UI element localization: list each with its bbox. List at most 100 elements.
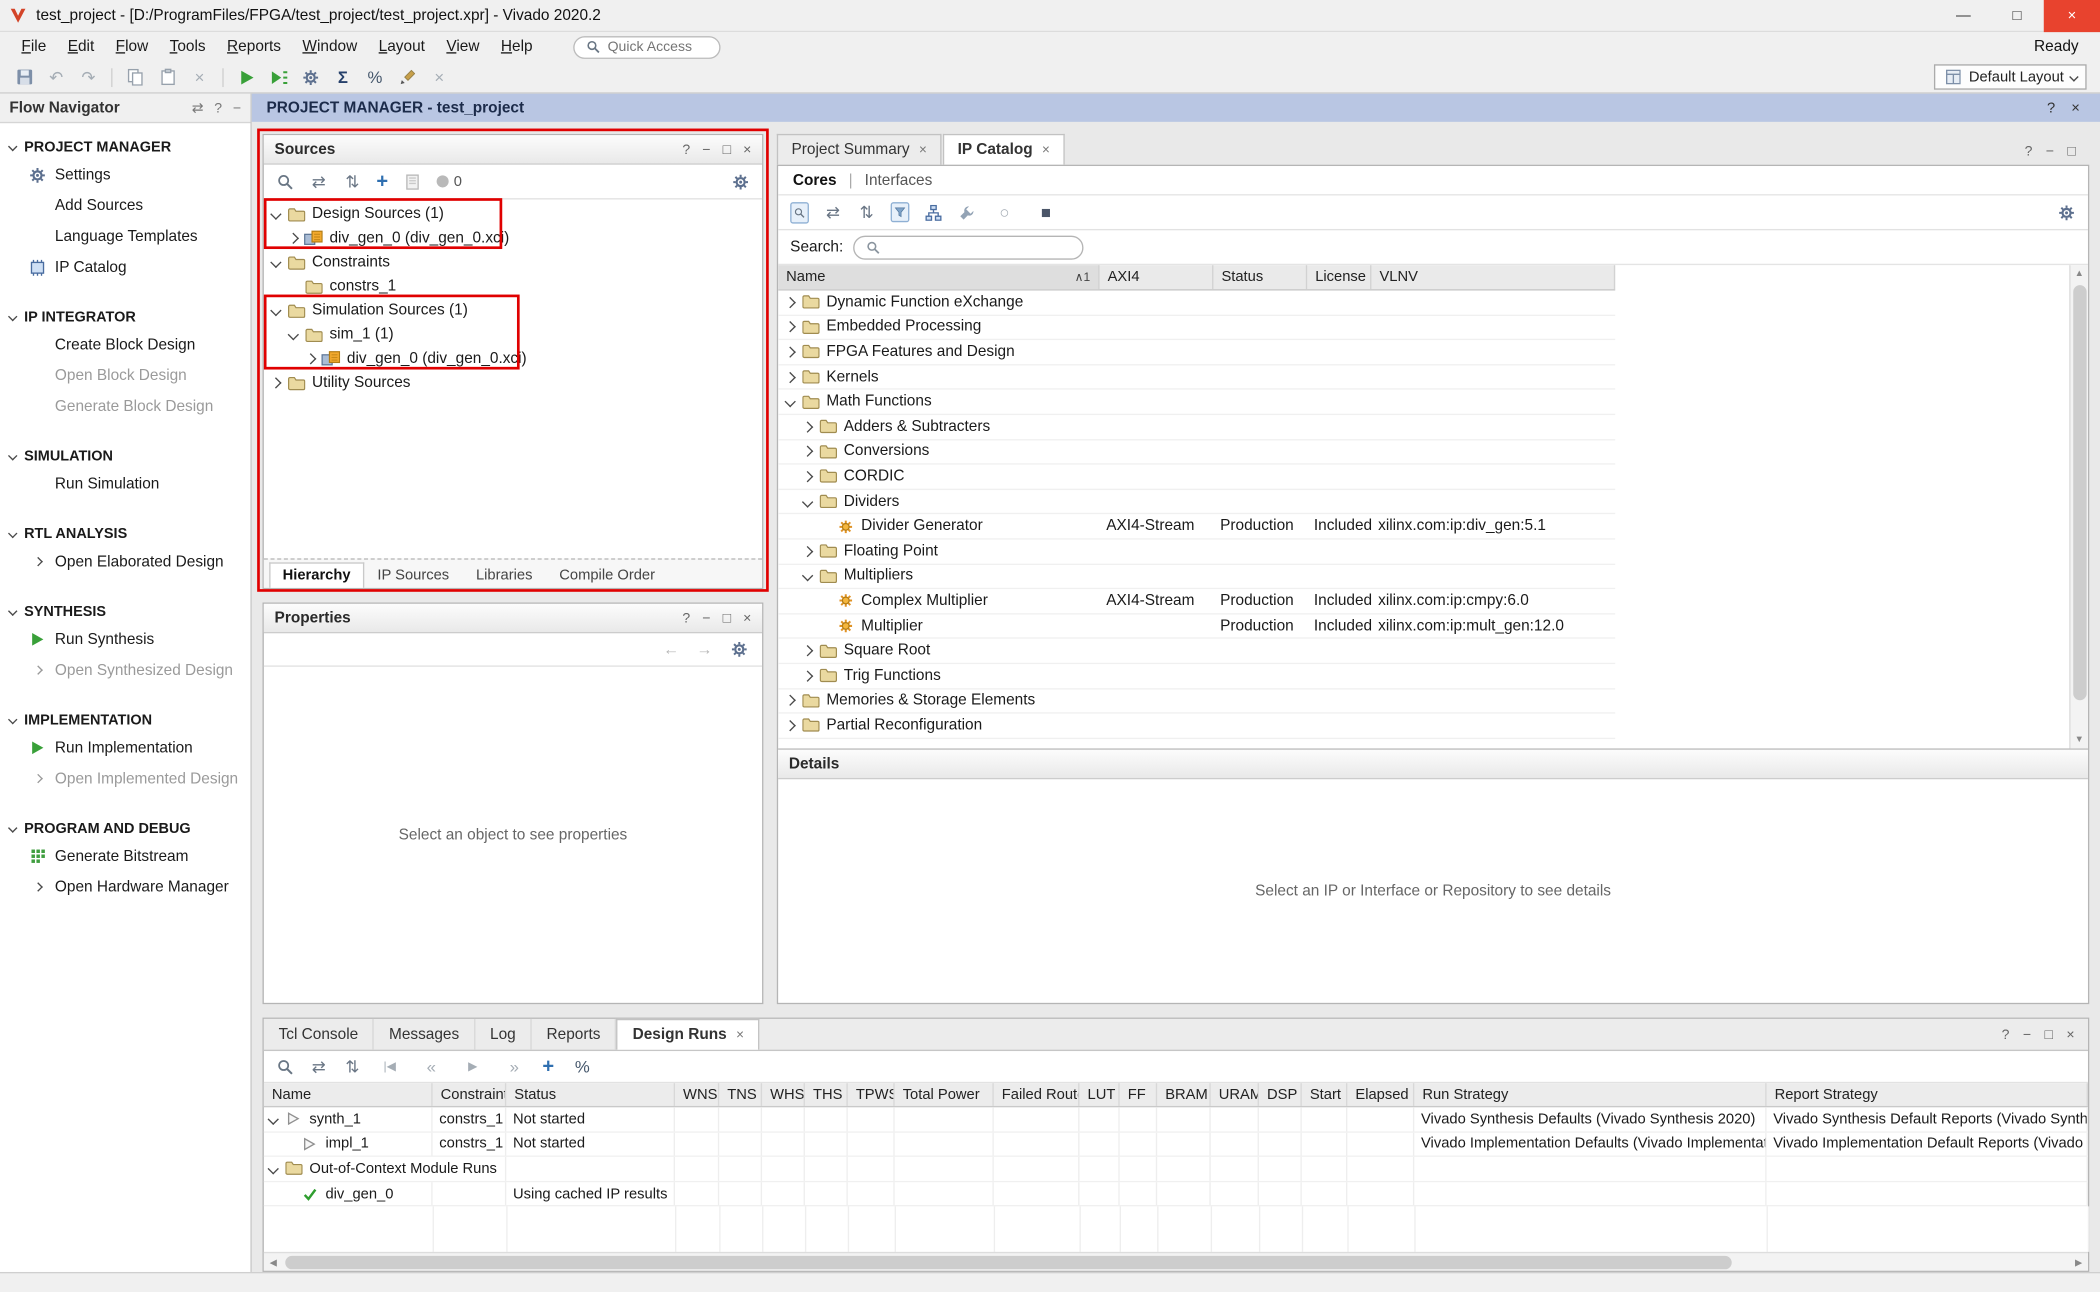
column-header-name[interactable]: Name∧1 (778, 265, 1099, 289)
ip-catalog-row-adders-subtracters[interactable]: Adders & Subtracters (778, 415, 1615, 440)
ip-catalog-row-divider-generator[interactable]: Divider GeneratorAXI4-StreamProductionIn… (778, 515, 1615, 540)
edit-file-icon[interactable] (403, 173, 422, 189)
ip-catalog-row-square-root[interactable]: Square Root (778, 639, 1615, 664)
bottom-tab-messages[interactable]: Messages (374, 1019, 475, 1050)
chevron-right-icon[interactable] (802, 446, 813, 457)
step-back-icon[interactable]: « (418, 1053, 445, 1080)
chevron-down-icon[interactable] (8, 312, 17, 321)
chevron-down-icon[interactable] (270, 209, 281, 220)
chevron-right-icon[interactable] (305, 353, 316, 364)
flownav-item-run-synthesis[interactable]: Run Synthesis (0, 624, 250, 655)
flownav-item-open-block-design[interactable]: Open Block Design (0, 360, 250, 391)
menu-help[interactable]: Help (490, 39, 543, 55)
percent-icon[interactable]: % (569, 1053, 596, 1080)
view-tab-cores[interactable]: Cores (793, 172, 837, 188)
panel-float-icon[interactable]: □ (2067, 143, 2075, 159)
step-first-icon[interactable]: |◀ (376, 1053, 403, 1080)
ip-catalog-row-complex-multiplier[interactable]: Complex MultiplierAXI4-StreamProductionI… (778, 589, 1615, 614)
flow-section-header-synthesis[interactable]: SYNTHESIS (0, 598, 250, 623)
column-header-ths[interactable]: THS (805, 1083, 848, 1106)
panel-close-icon[interactable]: × (743, 610, 751, 626)
expand-all-icon[interactable]: ⇅ (343, 172, 362, 191)
flownav-item-run-simulation[interactable]: Run Simulation (0, 469, 250, 500)
menu-reports[interactable]: Reports (216, 39, 291, 55)
forward-arrow-icon[interactable]: → (696, 640, 712, 659)
play-icon[interactable]: ▶ (459, 1053, 486, 1080)
layout-selector[interactable]: Default Layout (1934, 64, 2087, 89)
panel-minimize-icon[interactable]: − (702, 610, 710, 626)
stop-square-icon[interactable]: ■ (1033, 199, 1060, 226)
menu-flow[interactable]: Flow (105, 39, 159, 55)
chevron-down-icon[interactable] (270, 257, 281, 268)
save-icon[interactable] (11, 64, 38, 91)
undo-icon[interactable]: ↶ (43, 64, 70, 91)
chevron-down-icon[interactable] (288, 329, 299, 340)
chevron-right-icon[interactable] (33, 882, 42, 891)
chevron-right-icon[interactable] (802, 421, 813, 432)
sources-tree-item-constrs-1[interactable]: constrs_1 (264, 274, 762, 298)
scroll-down-icon[interactable]: ▼ (2071, 731, 2088, 748)
column-header-start[interactable]: Start (1302, 1083, 1348, 1106)
sources-tree-item-simulation-sources[interactable]: Simulation Sources (1) (264, 299, 762, 323)
flownav-item-open-hardware-manager[interactable]: Open Hardware Manager (0, 872, 250, 903)
doc-tab-project-summary[interactable]: Project Summary× (777, 134, 942, 165)
chevron-right-icon[interactable] (33, 665, 42, 674)
horizontal-scrollbar[interactable]: ◀ ▶ (264, 1252, 2088, 1271)
menu-view[interactable]: View (436, 39, 491, 55)
menu-layout[interactable]: Layout (368, 39, 436, 55)
column-header-failed-routes[interactable]: Failed Routes (994, 1083, 1080, 1106)
flownav-item-open-implemented-design[interactable]: Open Implemented Design (0, 763, 250, 794)
ip-catalog-row-memories-storage-elements[interactable]: Memories & Storage Elements (778, 689, 1615, 714)
add-sources-icon[interactable]: + (376, 171, 388, 191)
ip-catalog-row-kernels[interactable]: Kernels (778, 365, 1615, 390)
design-run-row-impl-1[interactable]: impl_1constrs_1Not startedVivado Impleme… (264, 1132, 2088, 1157)
column-header-whs[interactable]: WHS (762, 1083, 805, 1106)
scrollbar-thumb[interactable] (2073, 285, 2086, 700)
sources-tree-item-div-gen-0[interactable]: div_gen_0 (div_gen_0.xci) (264, 347, 762, 371)
chevron-right-icon[interactable] (785, 322, 796, 333)
column-header-status[interactable]: Status (506, 1083, 675, 1106)
flownav-item-open-elaborated-design[interactable]: Open Elaborated Design (0, 546, 250, 577)
column-header-name[interactable]: Name (264, 1083, 433, 1106)
wrench-icon[interactable] (958, 204, 977, 220)
column-header-vlnv[interactable]: VLNV (1371, 265, 1615, 289)
column-header-axi4[interactable]: AXI4 (1100, 265, 1214, 289)
percent-icon[interactable]: % (362, 64, 389, 91)
column-header-ff[interactable]: FF (1120, 1083, 1158, 1106)
panel-help-icon[interactable]: ? (2025, 143, 2033, 159)
menu-edit[interactable]: Edit (57, 39, 105, 55)
column-header-license[interactable]: License (1307, 265, 1371, 289)
chevron-right-icon[interactable] (802, 670, 813, 681)
expand-all-icon[interactable]: ⇅ (343, 1057, 362, 1076)
column-header-report-strategy[interactable]: Report Strategy (1767, 1083, 2088, 1106)
ip-catalog-row-trig-functions[interactable]: Trig Functions (778, 664, 1615, 689)
collapse-all-icon[interactable]: ⇄ (309, 1057, 328, 1076)
chevron-right-icon[interactable] (270, 377, 281, 388)
quick-access-input[interactable] (608, 39, 715, 55)
chevron-right-icon[interactable] (802, 546, 813, 557)
design-run-row-div-gen-0[interactable]: div_gen_0Using cached IP results (264, 1182, 2088, 1207)
search-icon[interactable] (790, 202, 809, 223)
ip-search-box[interactable] (853, 235, 1083, 259)
vertical-scrollbar[interactable]: ▲ ▼ (2069, 265, 2088, 748)
chevron-right-icon[interactable] (33, 557, 42, 566)
column-header-lut[interactable]: LUT (1079, 1083, 1119, 1106)
chevron-down-icon[interactable] (8, 451, 17, 460)
chevron-right-icon[interactable] (785, 297, 796, 308)
sources-tree-item-constraints[interactable]: Constraints (264, 250, 762, 274)
tab-close-icon[interactable]: × (1042, 143, 1050, 158)
column-header-run-strategy[interactable]: Run Strategy (1414, 1083, 1766, 1106)
flownav-item-generate-bitstream[interactable]: Generate Bitstream (0, 841, 250, 872)
panel-float-icon[interactable]: □ (723, 610, 731, 626)
chevron-down-icon[interactable] (802, 496, 813, 507)
sources-tree-item-div-gen-0[interactable]: div_gen_0 (div_gen_0.xci) (264, 226, 762, 250)
flow-section-header-implementation[interactable]: IMPLEMENTATION (0, 707, 250, 732)
chevron-right-icon[interactable] (785, 695, 796, 706)
chevron-right-icon[interactable] (288, 233, 299, 244)
column-header-tpws[interactable]: TPWS (848, 1083, 895, 1106)
column-header-constraints[interactable]: Constraints (433, 1083, 507, 1106)
chevron-down-icon[interactable] (268, 1113, 279, 1124)
panel-minimize-icon[interactable]: − (2023, 1027, 2031, 1043)
column-header-wns[interactable]: WNS (675, 1083, 719, 1106)
flownav-item-language-templates[interactable]: Language Templates (0, 221, 250, 252)
